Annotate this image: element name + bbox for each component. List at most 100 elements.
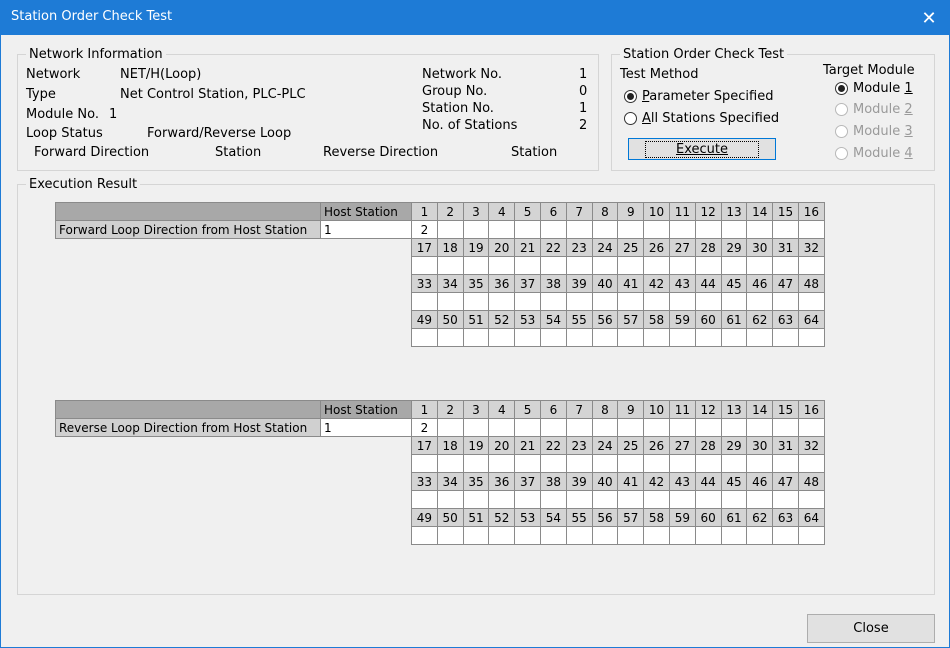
station-value-cell xyxy=(772,454,799,473)
module-3-radio[interactable]: Module 3 xyxy=(835,124,913,139)
station-number-cell: 28 xyxy=(694,436,722,455)
station-number-cell: 64 xyxy=(797,310,825,329)
execution-result-legend: Execution Result xyxy=(29,177,138,192)
station-value-cell xyxy=(591,490,619,509)
target-module-label: Target Module xyxy=(823,63,915,78)
dialog-window: Station Order Check Test ✕ Network Infor… xyxy=(0,0,950,648)
all-stations-specified-radio[interactable]: All Stations Specified xyxy=(624,111,779,126)
station-number-cell: 52 xyxy=(488,310,516,329)
station-value-cell xyxy=(436,292,464,311)
station-value-cell xyxy=(746,454,774,473)
station-value-cell xyxy=(488,418,516,437)
radio-label: Module 2 xyxy=(853,102,913,117)
station-value-cell xyxy=(591,328,619,347)
station-value-cell xyxy=(565,490,593,509)
module-4-radio[interactable]: Module 4 xyxy=(835,146,913,161)
station-number-cell: 14 xyxy=(746,400,774,419)
module-1-radio[interactable]: Module 1 xyxy=(835,81,913,96)
spacer-cell xyxy=(321,491,412,509)
station-value-cell xyxy=(643,328,670,347)
station-value-cell xyxy=(797,292,825,311)
radio-indicator xyxy=(835,125,848,138)
spacer-cell xyxy=(56,473,321,491)
station-number-row: Host Station 1 2 3 4 5 6 7 8 9 10 11 12 13 14 15 16 xyxy=(55,400,825,419)
station-number-cell: 36 xyxy=(488,472,516,491)
station-value-cell xyxy=(436,328,464,347)
forward-direction-label: Forward Loop Direction from Host Station xyxy=(55,220,321,239)
station-value-cell xyxy=(720,454,748,473)
spacer-cell xyxy=(56,509,321,527)
station-number-cell: 30 xyxy=(746,436,774,455)
spacer-cell xyxy=(321,329,412,347)
station-number-cell: 12 xyxy=(694,202,722,221)
station-number-cell: 57 xyxy=(617,508,645,527)
station-value-cell xyxy=(772,418,799,437)
station-number-cell: 21 xyxy=(514,238,541,257)
station-value-cell xyxy=(565,292,593,311)
station-value-cell xyxy=(514,490,541,509)
station-number-cell: 11 xyxy=(668,400,696,419)
station-number-cell: 7 xyxy=(565,202,593,221)
station-number-cell: 22 xyxy=(539,238,567,257)
station-number-cell: 31 xyxy=(772,436,799,455)
station-value-cell xyxy=(411,328,438,347)
execute-button[interactable]: Execute xyxy=(628,138,776,160)
station-number-cell: 15 xyxy=(772,202,799,221)
station-value-cell xyxy=(643,454,670,473)
spacer-cell xyxy=(56,311,321,329)
host-station-header: Host Station xyxy=(320,400,412,419)
type-label: Type xyxy=(26,87,56,102)
station-number-cell: 23 xyxy=(565,238,593,257)
station-number-cell: 13 xyxy=(720,400,748,419)
station-value-cell xyxy=(720,526,748,545)
station-value-cell xyxy=(539,454,567,473)
station-number-cell: 46 xyxy=(746,472,774,491)
station-value-cell xyxy=(488,454,516,473)
station-number-cell: 54 xyxy=(539,508,567,527)
radio-indicator xyxy=(624,112,637,125)
station-number-cell: 39 xyxy=(565,274,593,293)
spacer-cell xyxy=(321,239,412,257)
station-value-row xyxy=(56,454,825,473)
station-number-cell: 6 xyxy=(539,202,567,221)
station-number-cell: 18 xyxy=(436,238,464,257)
station-number-cell: 29 xyxy=(720,436,748,455)
station-no-label: Station No. xyxy=(422,101,494,116)
station-value-cell xyxy=(694,328,722,347)
station-number-cell: 50 xyxy=(436,310,464,329)
group-no-value: 0 xyxy=(579,84,588,99)
spacer-cell xyxy=(321,509,412,527)
station-number-cell: 35 xyxy=(462,472,490,491)
station-value-cell xyxy=(694,490,722,509)
station-value-cell xyxy=(694,454,722,473)
num-stations-label: No. of Stations xyxy=(422,118,518,133)
station-number-cell: 20 xyxy=(488,238,516,257)
station-number-cell: 15 xyxy=(772,400,799,419)
station-value-cell xyxy=(617,418,645,437)
close-icon[interactable]: ✕ xyxy=(909,1,949,35)
reverse-direction-label: Reverse Direction xyxy=(323,145,439,160)
station-value-cell xyxy=(720,256,748,275)
station-number-cell: 23 xyxy=(565,436,593,455)
station-number-cell: 51 xyxy=(462,508,490,527)
station-number-cell: 59 xyxy=(668,310,696,329)
module-2-radio[interactable]: Module 2 xyxy=(835,102,913,117)
station-value-cell xyxy=(668,418,696,437)
station-value-row xyxy=(56,328,825,347)
station-number-cell: 48 xyxy=(797,472,825,491)
station-number-cell: 1 xyxy=(411,400,438,419)
station-number-cell: 57 xyxy=(617,310,645,329)
station-value-cell xyxy=(643,490,670,509)
station-value-cell xyxy=(668,256,696,275)
loop-status-value: Forward/Reverse Loop xyxy=(147,126,292,141)
parameter-specified-radio[interactable]: Parameter Specified xyxy=(624,89,773,104)
close-button[interactable]: Close xyxy=(807,614,935,643)
station-number-cell: 58 xyxy=(643,310,670,329)
station-number-cell: 37 xyxy=(514,472,541,491)
spacer-cell xyxy=(56,437,321,455)
station-number-cell: 62 xyxy=(746,508,774,527)
spacer-cell xyxy=(56,329,321,347)
station-number-cell: 35 xyxy=(462,274,490,293)
radio-label: Module 1 xyxy=(853,81,913,96)
station-value-cell xyxy=(462,292,490,311)
